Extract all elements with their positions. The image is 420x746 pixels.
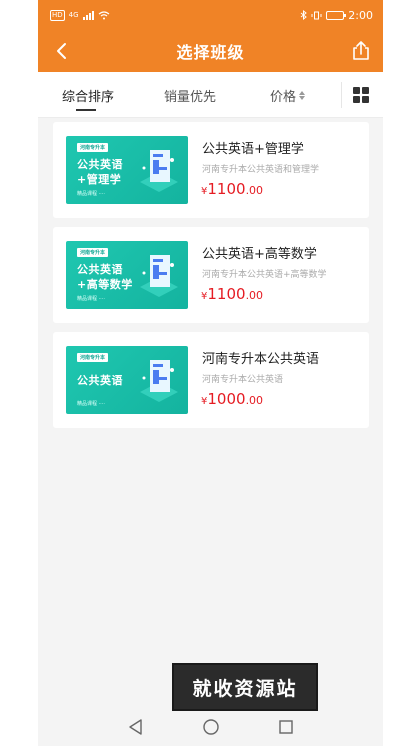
divider xyxy=(341,82,342,108)
system-nav-bar xyxy=(38,708,383,746)
status-time: 2:00 xyxy=(348,8,373,22)
thumb-line2: +高等数学 xyxy=(77,278,133,291)
tab-comprehensive[interactable]: 综合排序 xyxy=(62,72,114,118)
price-decimal: .00 xyxy=(245,289,264,302)
course-subtitle: 河南专升本公共英语+高等数学 xyxy=(202,270,327,280)
bluetooth-icon xyxy=(300,10,308,20)
course-subtitle: 河南专升本公共英语 xyxy=(202,375,284,385)
tab-label: 价格 xyxy=(270,89,297,105)
price-integer: 1000 xyxy=(207,390,246,408)
price-decimal: .00 xyxy=(245,394,264,407)
chevron-left-icon[interactable] xyxy=(50,39,74,63)
sort-arrows-icon xyxy=(299,90,306,100)
course-list: 河南专升本 公共英语 +管理学 精品课程 ···· 公共英语+管理学 河南专升本… xyxy=(53,122,369,437)
price-integer: 1100 xyxy=(207,180,246,198)
thumb-line1: 公共英语 xyxy=(77,263,123,276)
thumb-tag: 河南专升本 xyxy=(77,353,109,362)
vibrate-icon xyxy=(311,11,322,19)
battery-icon xyxy=(326,10,347,20)
hd-badge: HD xyxy=(50,9,65,21)
title-bar: 选择班级 xyxy=(38,30,383,72)
thumb-foot: 精品课程 ···· xyxy=(77,401,105,407)
tab-label: 销量优先 xyxy=(164,89,217,105)
course-thumbnail: 河南专升本 公共英语 精品课程 ···· xyxy=(66,346,188,414)
course-price: ¥1100.00 xyxy=(201,179,263,198)
course-thumbnail: 河南专升本 公共英语 +高等数学 精品课程 ···· xyxy=(66,241,188,309)
tab-sales[interactable]: 销量优先 xyxy=(164,72,216,118)
book-illustration-icon xyxy=(140,360,178,402)
back-triangle-icon[interactable] xyxy=(127,718,145,736)
course-title: 公共英语+管理学 xyxy=(202,142,304,157)
home-circle-icon[interactable] xyxy=(202,718,220,736)
course-card[interactable]: 河南专升本 公共英语 +高等数学 精品课程 ···· 公共英语+高等数学 河南专… xyxy=(53,227,369,323)
status-bar: HD 4G 2:00 xyxy=(38,0,383,30)
course-price: ¥1000.00 xyxy=(201,389,263,408)
page-title: 选择班级 xyxy=(176,43,245,62)
watermark-label: 就收资源站 xyxy=(172,663,318,711)
grid-view-icon[interactable] xyxy=(352,86,370,104)
wifi-icon xyxy=(98,10,109,19)
course-card[interactable]: 河南专升本 公共英语 精品课程 ···· 河南专升本公共英语 河南专升本公共英语… xyxy=(53,332,369,428)
thumb-tag: 河南专升本 xyxy=(77,143,109,152)
signal-icon xyxy=(82,10,94,20)
phone-screen: HD 4G 2:00 选择班级 综合排序 销量优先 价格 河南专升本 公共英语 … xyxy=(38,0,383,746)
tab-price[interactable]: 价格 xyxy=(270,72,306,118)
thumb-line1: 公共英语 xyxy=(77,158,123,171)
network-label: 4G xyxy=(68,11,79,19)
course-price: ¥1100.00 xyxy=(201,284,263,303)
thumb-line1: 公共英语 xyxy=(77,374,123,387)
price-integer: 1100 xyxy=(207,285,246,303)
course-title: 河南专升本公共英语 xyxy=(202,352,320,367)
thumb-line2: +管理学 xyxy=(77,173,122,186)
thumb-foot: 精品课程 ···· xyxy=(77,191,105,197)
recents-square-icon[interactable] xyxy=(277,718,295,736)
book-illustration-icon xyxy=(140,255,178,297)
book-illustration-icon xyxy=(140,150,178,192)
tab-label: 综合排序 xyxy=(62,89,115,105)
price-decimal: .00 xyxy=(245,184,264,197)
course-title: 公共英语+高等数学 xyxy=(202,247,317,262)
share-icon[interactable] xyxy=(349,39,373,63)
course-card[interactable]: 河南专升本 公共英语 +管理学 精品课程 ···· 公共英语+管理学 河南专升本… xyxy=(53,122,369,218)
thumb-tag: 河南专升本 xyxy=(77,248,109,257)
course-thumbnail: 河南专升本 公共英语 +管理学 精品课程 ···· xyxy=(66,136,188,204)
active-tab-indicator xyxy=(76,109,96,111)
sort-tabs: 综合排序 销量优先 价格 xyxy=(38,72,383,118)
thumb-foot: 精品课程 ···· xyxy=(77,296,105,302)
course-subtitle: 河南专升本公共英语和管理学 xyxy=(202,165,320,175)
